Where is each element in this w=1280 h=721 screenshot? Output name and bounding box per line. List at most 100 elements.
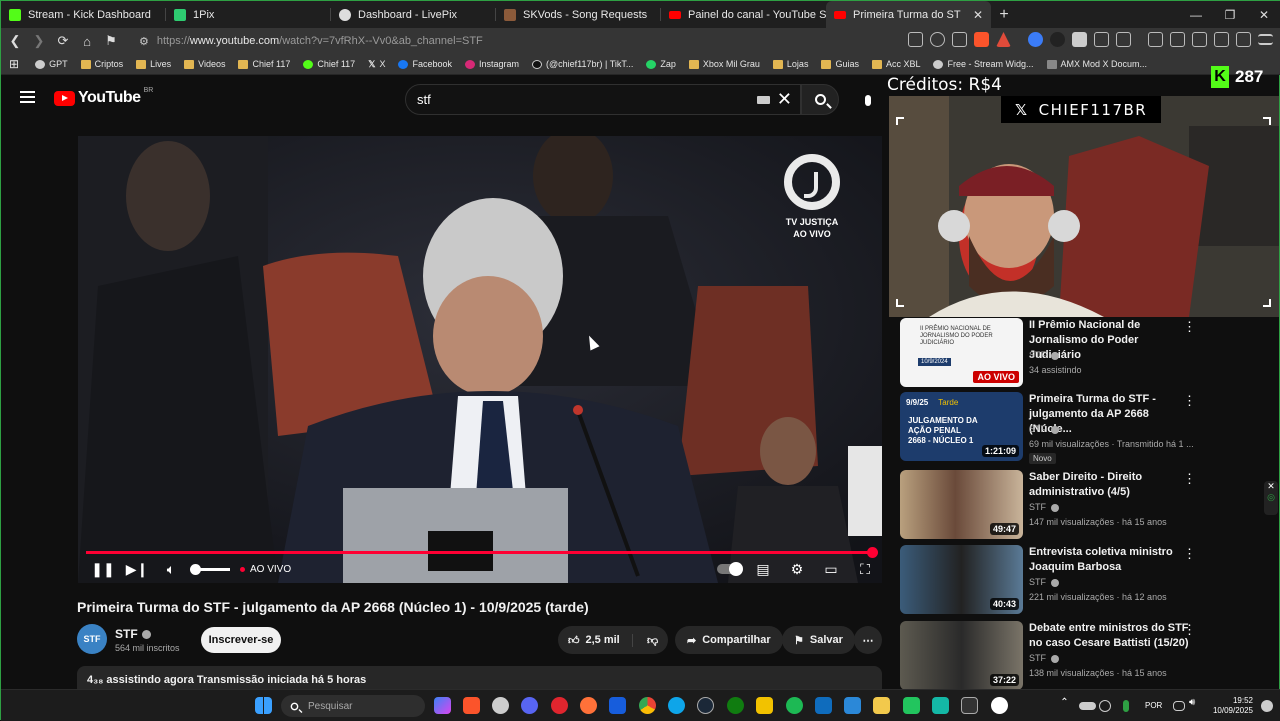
photos-icon[interactable] bbox=[844, 697, 861, 714]
recommendation-channel[interactable]: STF bbox=[1029, 424, 1059, 434]
brave-icon[interactable] bbox=[463, 697, 480, 714]
channel-avatar[interactable]: STF bbox=[77, 624, 107, 654]
recommendation-channel[interactable]: STF bbox=[1029, 653, 1059, 663]
subscribe-button[interactable]: Inscrever-se bbox=[201, 627, 281, 653]
recommendation-channel[interactable]: STF bbox=[1029, 350, 1059, 360]
sync-icon[interactable] bbox=[1099, 700, 1111, 712]
spotify-icon[interactable] bbox=[786, 697, 803, 714]
pause-icon[interactable]: ❚❚ bbox=[86, 555, 120, 583]
extension-icon-3[interactable] bbox=[1072, 32, 1087, 47]
recommendation-item[interactable]: 9/9/25 Tarde JULGAMENTO DA AÇÃO PENAL 266… bbox=[900, 392, 1270, 464]
apps-grid-icon[interactable]: ⊞ bbox=[9, 57, 19, 71]
search-button[interactable] bbox=[801, 84, 839, 115]
more-options-icon[interactable]: ⋮ bbox=[1183, 393, 1196, 409]
tab-kick[interactable]: Stream - Kick Dashboard bbox=[1, 1, 166, 28]
maximize-button[interactable]: ❐ bbox=[1213, 1, 1247, 28]
bookmark-facebook[interactable]: Facebook bbox=[398, 59, 452, 69]
live-indicator[interactable]: AO VIVO bbox=[240, 564, 291, 575]
bookmark-amx-mod[interactable]: AMX Mod X Docum... bbox=[1046, 59, 1147, 69]
tab-youtube-studio[interactable]: Painel do canal - YouTube Studio bbox=[661, 1, 826, 28]
opera-icon[interactable] bbox=[551, 697, 568, 714]
hamburger-menu-icon[interactable] bbox=[20, 91, 35, 103]
app-icon-dark[interactable] bbox=[961, 697, 978, 714]
autoplay-toggle[interactable] bbox=[712, 555, 746, 583]
recommendation-item[interactable]: 40:43 Entrevista coletiva ministro Joaqu… bbox=[900, 545, 1270, 615]
keyboard-icon[interactable] bbox=[757, 96, 770, 104]
notification-icon[interactable] bbox=[1261, 700, 1273, 712]
site-settings-icon[interactable]: ⚙ bbox=[139, 35, 149, 48]
recommendation-thumbnail[interactable]: 49:47 bbox=[900, 470, 1023, 539]
recommendation-title[interactable]: Entrevista coletiva ministro Joaquim Bar… bbox=[1029, 545, 1189, 575]
more-options-icon[interactable]: ⋮ bbox=[1183, 319, 1196, 335]
theater-mode-icon[interactable]: ▭ bbox=[814, 555, 848, 583]
recommendation-channel[interactable]: STF bbox=[1029, 577, 1059, 587]
tray-chevron-icon[interactable]: ⌃ bbox=[1056, 697, 1073, 714]
language-indicator[interactable]: POR bbox=[1145, 701, 1162, 710]
recommendation-item[interactable]: 49:47 Saber Direito - Direito administra… bbox=[900, 470, 1270, 540]
settings-gear-icon[interactable]: ⚙ bbox=[780, 555, 814, 583]
like-button[interactable]: 👍︎ 2,5 mil bbox=[558, 633, 633, 647]
back-button[interactable]: ❮ bbox=[5, 31, 25, 51]
youtube-logo[interactable]: YouTube BR bbox=[54, 87, 153, 107]
tab-livepix[interactable]: Dashboard - LivePix bbox=[331, 1, 496, 28]
more-options-icon[interactable]: ⋮ bbox=[1183, 546, 1196, 562]
bookmark-videos[interactable]: Videos bbox=[184, 59, 225, 69]
tab-1pix[interactable]: 1Pix bbox=[166, 1, 331, 28]
wallet-icon[interactable] bbox=[1192, 32, 1207, 47]
extension-icon-4[interactable] bbox=[1094, 32, 1109, 47]
speaker-icon[interactable]: 🔊︎ bbox=[1189, 697, 1206, 714]
recommendation-thumbnail[interactable]: 9/9/25 Tarde JULGAMENTO DA AÇÃO PENAL 266… bbox=[900, 392, 1023, 461]
onedrive-icon[interactable] bbox=[1079, 702, 1096, 710]
cast-icon[interactable] bbox=[908, 32, 923, 47]
close-window-button[interactable]: ✕ bbox=[1247, 1, 1280, 28]
app-icon-teal[interactable] bbox=[932, 697, 949, 714]
system-clock[interactable]: 19:52 10/09/2025 bbox=[1213, 696, 1253, 716]
close-panel-icon[interactable]: ✕ bbox=[1264, 481, 1278, 492]
extension-icon-5[interactable] bbox=[1116, 32, 1131, 47]
bookmark-lojas[interactable]: Lojas bbox=[772, 59, 808, 69]
extension-icon-1[interactable] bbox=[1028, 32, 1043, 47]
forward-button[interactable]: ❯ bbox=[29, 31, 49, 51]
file-explorer-icon[interactable] bbox=[873, 697, 890, 714]
discord-icon[interactable] bbox=[521, 697, 538, 714]
bookmark-criptos[interactable]: Criptos bbox=[80, 59, 123, 69]
bookmark-stream-widgets[interactable]: Free - Stream Widg... bbox=[933, 59, 1034, 69]
rewards-icon[interactable] bbox=[996, 32, 1011, 47]
xbox-icon[interactable] bbox=[727, 697, 744, 714]
extension-icon-2[interactable] bbox=[1050, 32, 1065, 47]
close-tab-icon[interactable]: ✕ bbox=[973, 8, 983, 22]
share-button[interactable]: ➦ Compartilhar bbox=[675, 626, 783, 654]
home-button[interactable]: ⌂ bbox=[77, 31, 97, 51]
recommendation-title[interactable]: Debate entre ministros do STF no caso Ce… bbox=[1029, 621, 1189, 651]
search-input[interactable]: stf ✕ bbox=[405, 84, 801, 115]
media-icon[interactable] bbox=[1148, 32, 1163, 47]
clear-search-icon[interactable]: ✕ bbox=[777, 89, 792, 110]
next-icon[interactable]: ▶❙ bbox=[120, 555, 154, 583]
recommendation-thumbnail[interactable]: 40:43 bbox=[900, 545, 1023, 614]
bookmark-instagram[interactable]: Instagram bbox=[465, 59, 519, 69]
recommendation-thumbnail[interactable]: 37:22 bbox=[900, 621, 1023, 690]
extension-side-panel[interactable]: ✕ ◎ bbox=[1264, 481, 1278, 515]
sidebar-icon[interactable] bbox=[1170, 32, 1185, 47]
voice-search-icon[interactable] bbox=[853, 85, 883, 115]
microphone-icon[interactable] bbox=[1123, 700, 1129, 712]
bookmark-tiktok[interactable]: (@chief117br) | TikT... bbox=[532, 59, 633, 69]
reload-button[interactable]: ⟳ bbox=[53, 31, 73, 51]
recommendation-title[interactable]: Saber Direito - Direito administrativo (… bbox=[1029, 470, 1189, 500]
bitwarden-icon[interactable] bbox=[609, 697, 626, 714]
leo-icon[interactable] bbox=[1214, 32, 1229, 47]
bookmark-x[interactable]: 𝕏X bbox=[368, 59, 385, 70]
zoom-icon[interactable] bbox=[930, 32, 945, 47]
dislike-button[interactable]: 👎︎ bbox=[639, 634, 658, 647]
recommendation-item[interactable]: II PRÊMIO NACIONAL DE JORNALISMO DO PODE… bbox=[900, 318, 1270, 388]
volume-icon[interactable]: 🔈︎ bbox=[154, 555, 188, 583]
bookmark-acc-xbl[interactable]: Acc XBL bbox=[871, 59, 920, 69]
recommendation-channel[interactable]: STF bbox=[1029, 502, 1059, 512]
video-player[interactable]: TV JUSTIÇA AO VIVO ❚❚ ▶❙ 🔈︎ AO VIVO ▤ ⚙ … bbox=[78, 136, 882, 583]
progress-bar[interactable] bbox=[86, 547, 878, 558]
new-tab-button[interactable]: + bbox=[991, 1, 1017, 28]
fullscreen-icon[interactable]: ⛶ bbox=[848, 555, 882, 583]
brave-shield-icon[interactable] bbox=[974, 32, 989, 47]
bookmark-chief117-kick[interactable]: Chief 117 bbox=[303, 59, 355, 69]
tab-skvods[interactable]: SKVods - Song Requests bbox=[496, 1, 661, 28]
